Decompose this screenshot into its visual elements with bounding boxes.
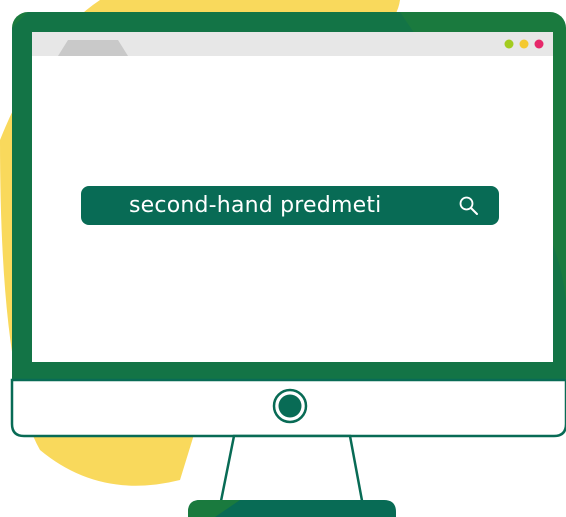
window-control-green[interactable]	[504, 39, 514, 49]
search-query[interactable]: second-hand predmeti	[129, 186, 457, 225]
power-button[interactable]	[278, 394, 302, 418]
search-icon[interactable]	[457, 194, 481, 218]
search-bar[interactable]: second-hand predmeti	[81, 186, 499, 225]
monitor-stand	[218, 434, 365, 508]
window-control-pink[interactable]	[534, 39, 544, 49]
monitor-illustration	[0, 0, 566, 517]
window-control-yellow[interactable]	[519, 39, 529, 49]
browser-tab[interactable]	[58, 40, 128, 56]
